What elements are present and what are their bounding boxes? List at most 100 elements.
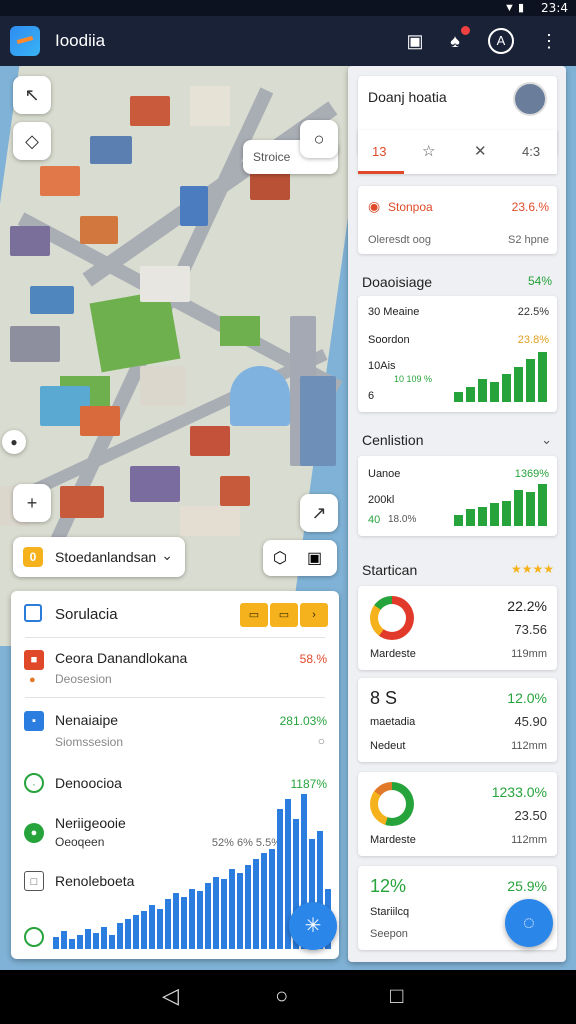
metric-top: 25.9% xyxy=(507,878,547,894)
selector-badge-icon: 0 xyxy=(23,547,43,567)
account-icon[interactable]: A xyxy=(488,28,514,54)
notification-icon[interactable]: ♠ xyxy=(442,26,470,54)
donut-chart xyxy=(370,596,414,640)
app-logo-icon xyxy=(10,26,40,56)
item-sub: Deosesion xyxy=(55,672,112,686)
metric-foot: 119mm xyxy=(511,648,547,660)
chart-bar xyxy=(109,935,115,949)
alert-value: 23.6.% xyxy=(511,200,549,214)
tab-bar: 13 ☆ ✕ 4:3 xyxy=(358,130,557,174)
map-direction-button[interactable]: ↗ xyxy=(300,494,338,532)
back-icon[interactable]: ◁ xyxy=(162,983,179,1009)
metric-sub: maetadia xyxy=(370,716,416,728)
metric-top: 22.2% xyxy=(507,598,547,614)
mini-bar xyxy=(502,501,511,526)
calendar-icon[interactable]: ▣ xyxy=(402,28,428,54)
alert-title: Stonpoa xyxy=(388,200,433,214)
mini-bar xyxy=(454,392,463,402)
stat-value: 23.8% xyxy=(517,334,549,346)
home-icon[interactable]: ○ xyxy=(275,983,288,1009)
tab-3[interactable]: ✕ xyxy=(474,142,487,160)
area-selector[interactable]: 0 Stoedanlandsan ⌄ xyxy=(13,537,185,577)
mini-bar xyxy=(490,503,499,526)
item-name: Ceora Danandlokana xyxy=(55,650,188,666)
list-item[interactable]: ■ Ceora Danandlokana Deosesion 58.% ● xyxy=(11,647,339,697)
metric-card[interactable]: 22.2% 73.56 Mardeste 119mm xyxy=(358,586,557,670)
info-icon[interactable]: ○ xyxy=(318,734,325,748)
stats-card[interactable]: 30 Meaine 22.5% Soordon 23.8% 10Ais 10 1… xyxy=(358,296,557,412)
tab-1[interactable]: 13 xyxy=(372,144,386,159)
map-locate-button[interactable]: ○ xyxy=(300,120,338,158)
stat-value: 10 109 % xyxy=(394,374,433,384)
square-icon: □ xyxy=(24,871,44,891)
pin-icon[interactable]: ⬡ xyxy=(273,548,287,568)
stat-value: 22.5% xyxy=(517,306,549,318)
selector-label: Stoedanlandsan xyxy=(55,549,157,565)
chevron-down-icon[interactable]: ⌄ xyxy=(541,432,552,448)
metric-top: 12.0% xyxy=(507,690,547,706)
metric-card[interactable]: 8 S 12.0% maetadia 45.90 Nedeut 112mm xyxy=(358,678,557,762)
chart-bar xyxy=(93,933,99,949)
more-menu-icon[interactable]: ⋮ xyxy=(536,28,562,54)
avatar[interactable] xyxy=(513,82,547,116)
target-icon: · xyxy=(24,773,44,793)
stats-card[interactable]: Uanoe 1369% 200kl 40 18.0% xyxy=(358,456,557,536)
stat-label: 200kl xyxy=(368,494,395,506)
section-title: Doaoisiage xyxy=(362,274,433,290)
chat-button[interactable]: ▭ xyxy=(270,603,298,627)
status-bar: ▼ ▮ 23:4 xyxy=(0,0,576,16)
book-button[interactable]: ▭ xyxy=(240,603,268,627)
metric-label: Nedeut xyxy=(370,740,406,752)
recents-icon[interactable]: □ xyxy=(390,983,403,1009)
right-panel: Doanj hoatia 13 ☆ ✕ 4:3 ◉ Stonpoa 23.6.%… xyxy=(348,66,566,962)
chart-bar xyxy=(125,919,131,949)
mini-bar xyxy=(454,515,463,526)
tab-2[interactable]: ☆ xyxy=(422,142,435,160)
map-layers-button[interactable]: ◇ xyxy=(13,122,51,160)
chart-bar xyxy=(77,935,83,949)
list-item[interactable]: ▪ Nenaiaipe Siomssesion 281.03% ○ xyxy=(11,709,339,759)
chart-bar xyxy=(229,869,235,949)
item-name: Nenaiaipe xyxy=(55,712,119,728)
metric-head: 8 S xyxy=(370,688,398,708)
chart-bar xyxy=(221,879,227,949)
left-panel: Sorulacia ▭ ▭ › ■ Ceora Danandlokana Deo… xyxy=(11,591,339,959)
metric-foot: 112mm xyxy=(511,834,547,846)
metric-mid: 12% xyxy=(370,876,407,896)
pin-icon: ● xyxy=(29,674,36,686)
chart-bar xyxy=(269,849,275,949)
location-outline-icon xyxy=(24,927,44,947)
mini-bar xyxy=(466,509,475,526)
mini-bar xyxy=(502,374,511,402)
alert-sub-value: S2 hpne xyxy=(508,234,549,246)
mini-bar xyxy=(526,359,535,402)
chart-bar xyxy=(165,899,171,949)
section-value: 54% xyxy=(527,274,552,288)
map-back-button[interactable]: ↖ xyxy=(13,76,51,114)
alert-card[interactable]: ◉ Stonpoa 23.6.% Oleresdt oog S2 hpne xyxy=(358,186,557,254)
chart-bar xyxy=(189,889,195,949)
mini-bar xyxy=(478,379,487,402)
chart-bar xyxy=(277,809,283,949)
chart-bar xyxy=(261,853,267,949)
section-title: Startican xyxy=(362,562,418,578)
left-panel-title: Sorulacia xyxy=(55,606,118,623)
category-icon: ■ xyxy=(24,650,44,670)
notification-badge xyxy=(461,26,470,35)
alert-sub: Oleresdt oog xyxy=(368,234,431,246)
stat-label: 40 xyxy=(368,514,381,526)
next-button[interactable]: › xyxy=(300,603,328,627)
add-fab-button[interactable]: ✳ xyxy=(289,902,337,950)
chart-bar xyxy=(117,923,123,949)
map-marker-button[interactable]: ● xyxy=(2,430,26,454)
chart-bar xyxy=(85,929,91,949)
metric-label: Seepon xyxy=(370,928,408,940)
inbox-icon[interactable]: ▣ xyxy=(307,548,322,568)
chart-bar xyxy=(237,873,243,949)
mini-bar xyxy=(538,484,547,526)
map-compass-button[interactable]: + xyxy=(13,484,51,522)
tab-4[interactable]: 4:3 xyxy=(522,144,540,159)
metric-card[interactable]: 1233.0% 23.50 Mardeste 112mm xyxy=(358,772,557,856)
donut-chart xyxy=(370,782,414,826)
chat-fab-button[interactable]: ◌ xyxy=(505,899,553,947)
